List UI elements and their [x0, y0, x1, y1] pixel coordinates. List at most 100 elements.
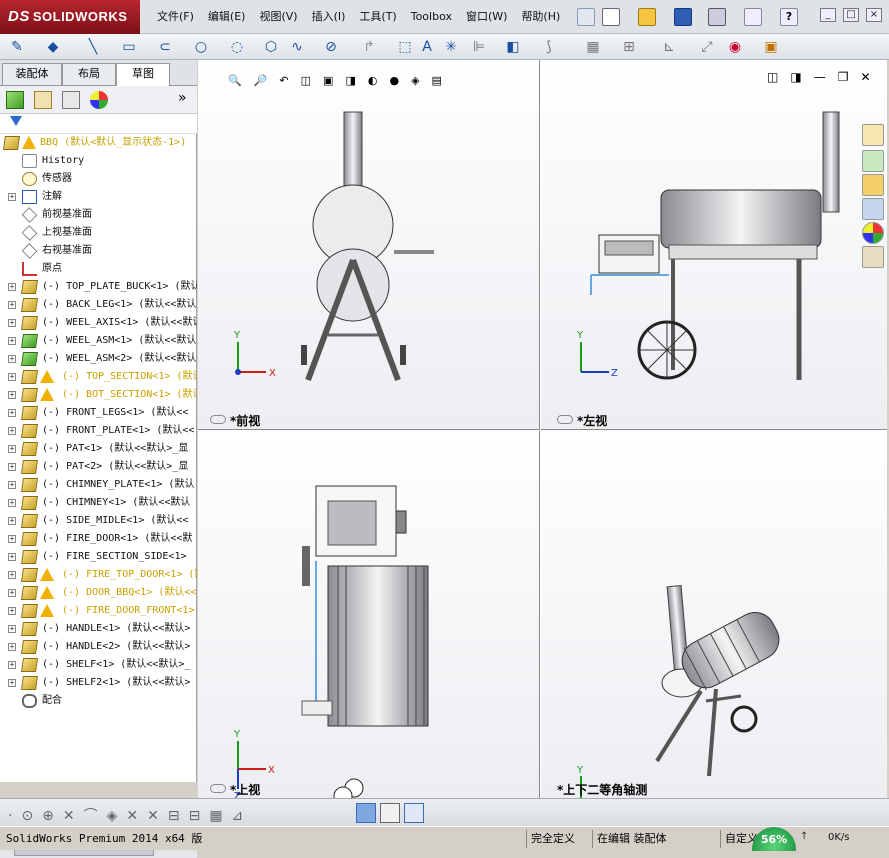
link-views-icon[interactable] — [557, 415, 573, 424]
expand-icon[interactable]: + — [8, 499, 16, 507]
tree-item[interactable]: + (-) HANDLE<1> (默认<<默认> — [0, 620, 197, 638]
pin-icon[interactable] — [577, 8, 595, 26]
tree-item[interactable]: + (-) PAT<1> (默认<<默认>_显 — [0, 440, 197, 458]
tree-item[interactable]: + (-) SHELF2<1> (默认<<默认> — [0, 674, 197, 692]
ellipse-icon[interactable]: ⊘ — [322, 38, 340, 56]
expand-icon[interactable]: + — [8, 391, 16, 399]
save-icon[interactable] — [674, 8, 692, 26]
menu-help[interactable]: 帮助(H) — [514, 8, 567, 26]
expand-icon[interactable]: + — [8, 337, 16, 345]
tree-item[interactable]: + (-) FIRE_SECTION_SIDE<1> — [0, 548, 197, 566]
expand-icon[interactable]: + — [8, 481, 16, 489]
top-view-pane[interactable]: Y X Z *上视 — [198, 431, 540, 806]
tree-item[interactable]: + (-) SIDE_MIDLE<1> (默认<< — [0, 512, 197, 530]
tab-sketch[interactable]: 草图 — [116, 63, 170, 86]
trim-icon[interactable]: ⟆ — [540, 38, 558, 56]
filter-icon[interactable] — [10, 116, 22, 126]
move-entities-icon[interactable]: ⊞ — [620, 38, 638, 56]
expand-icon[interactable]: + — [8, 571, 16, 579]
design-library-icon[interactable] — [862, 150, 884, 172]
close-icon[interactable]: × — [866, 8, 882, 22]
menu-window[interactable]: 窗口(W) — [459, 8, 514, 26]
tree-item[interactable]: + (-) FIRE_DOOR_FRONT<1> — [0, 602, 197, 620]
tree-item[interactable]: + (-) WEEL_ASM<1> (默认<<默认 — [0, 332, 197, 350]
menu-toolbox[interactable]: Toolbox — [404, 8, 459, 26]
hide-show-items-icon[interactable]: ◐ — [368, 74, 378, 87]
quick-snaps-icon[interactable]: ◉ — [726, 38, 744, 56]
view-orientation-icon[interactable]: ▣ — [323, 74, 333, 87]
viewport-split-icon[interactable]: ◫ — [767, 70, 778, 84]
expand-icon[interactable]: + — [8, 283, 16, 291]
viewport-close-icon[interactable]: ✕ — [860, 70, 870, 84]
display-manager-icon[interactable] — [90, 91, 108, 109]
tree-item[interactable]: + (-) BOT_SECTION<1> (默认 — [0, 386, 197, 404]
expand-icon[interactable]: + — [8, 517, 16, 525]
solidworks-resources-icon[interactable] — [862, 124, 884, 146]
tab-assembly[interactable]: 装配体 — [2, 63, 62, 85]
solidworks-logo[interactable]: DS SOLIDWORKS — [0, 0, 140, 34]
tree-item[interactable]: + (-) WEEL_ASM<2> (默认<<默认 — [0, 350, 197, 368]
feature-tree-icon[interactable] — [6, 91, 24, 109]
point-icon[interactable]: ✳ — [442, 38, 460, 56]
property-manager-icon[interactable] — [34, 91, 52, 109]
edit-appearance-icon[interactable]: ● — [389, 74, 399, 87]
tree-item[interactable]: + (-) PAT<2> (默认<<默认>_显 — [0, 458, 197, 476]
linear-pattern-icon[interactable]: ▦ — [584, 38, 602, 56]
minimize-icon[interactable]: _ — [820, 8, 836, 22]
apply-scene-icon[interactable]: ◈ — [411, 74, 419, 87]
front-view-pane[interactable]: Y X 🔍 🔎 ↶ ◫ ▣ ◨ ◐ ● ◈ ▤ *前视 — [198, 60, 540, 430]
expand-icon[interactable]: + — [8, 373, 16, 381]
link-views-icon[interactable] — [210, 784, 226, 793]
tree-item[interactable]: + (-) HANDLE<2> (默认<<默认> — [0, 638, 197, 656]
circle-icon[interactable]: ○ — [192, 38, 210, 56]
tree-item[interactable]: + (-) FIRE_DOOR<1> (默认<<默 — [0, 530, 197, 548]
tree-item[interactable]: + (-) WEEL_AXIS<1> (默认<<默认 — [0, 314, 197, 332]
isometric-view-pane[interactable]: Y X *上下二等角轴测 — [541, 431, 887, 816]
spline-icon[interactable]: ∿ — [288, 38, 306, 56]
expand-icon[interactable]: + — [8, 427, 16, 435]
polygon-icon[interactable]: ⬡ — [262, 38, 280, 56]
rapid-sketch-icon[interactable]: ▣ — [762, 38, 780, 56]
tree-item[interactable]: + 注解 — [0, 188, 197, 206]
arc-icon[interactable]: ◌ — [228, 38, 246, 56]
expand-icon[interactable]: + — [8, 625, 16, 633]
tree-item[interactable]: + (-) FRONT_LEGS<1> (默认<< — [0, 404, 197, 422]
tree-item[interactable]: + (-) TOP_PLATE_BUCK<1> (默认< — [0, 278, 197, 296]
new-document-icon[interactable] — [602, 8, 620, 26]
view-mode-icon[interactable] — [380, 803, 400, 823]
expand-icon[interactable]: + — [8, 319, 16, 327]
tree-item[interactable]: 传感器 — [0, 170, 197, 188]
menu-file[interactable]: 文件(F) — [150, 8, 201, 26]
expand-icon[interactable]: + — [8, 301, 16, 309]
expand-icon[interactable]: + — [8, 463, 16, 471]
fillet-icon[interactable]: ↱ — [360, 38, 378, 56]
slot-icon[interactable]: ⊂ — [156, 38, 174, 56]
link-views-icon[interactable] — [210, 415, 226, 424]
mirror-icon[interactable]: ⊫ — [470, 38, 488, 56]
left-view-pane[interactable]: Y Z ◫ ◨ — ❐ ✕ *左视 — [541, 60, 887, 430]
four-view-icon[interactable] — [404, 803, 424, 823]
tree-item[interactable]: + (-) TOP_SECTION<1> (默认 — [0, 368, 197, 386]
expand-icon[interactable]: + — [8, 193, 16, 201]
tree-filter[interactable] — [0, 114, 197, 134]
configuration-manager-icon[interactable] — [62, 91, 80, 109]
view-palette-icon[interactable] — [862, 198, 884, 220]
expand-icon[interactable]: + — [8, 589, 16, 597]
expand-icon[interactable]: + — [8, 643, 16, 651]
viewport-restore-icon[interactable]: ❐ — [838, 70, 849, 84]
file-explorer-icon[interactable] — [862, 174, 884, 196]
tree-item[interactable]: 原点 — [0, 260, 197, 278]
undo-icon[interactable] — [744, 8, 762, 26]
tree-item[interactable]: + (-) CHIMNEY<1> (默认<<默认 — [0, 494, 197, 512]
sketch-tools-icons[interactable]: ·⊙⊕✕⌒◈✕✕⊟⊟▦⊿ — [8, 805, 252, 825]
tree-item[interactable]: 配合 — [0, 692, 197, 710]
tree-root-assembly[interactable]: BBQ (默认<默认_显示状态-1>) — [0, 134, 197, 152]
tree-item[interactable]: + (-) DOOR_BBQ<1> (默认<< — [0, 584, 197, 602]
menu-insert[interactable]: 插入(I) — [305, 8, 353, 26]
previous-view-icon[interactable]: ↶ — [279, 74, 288, 87]
tree-item[interactable]: 右视基准面 — [0, 242, 197, 260]
open-folder-icon[interactable] — [638, 8, 656, 26]
tree-item[interactable]: 前视基准面 — [0, 206, 197, 224]
tree-item[interactable]: + (-) BACK_LEG<1> (默认<<默认 — [0, 296, 197, 314]
text-icon[interactable]: A — [418, 38, 436, 56]
